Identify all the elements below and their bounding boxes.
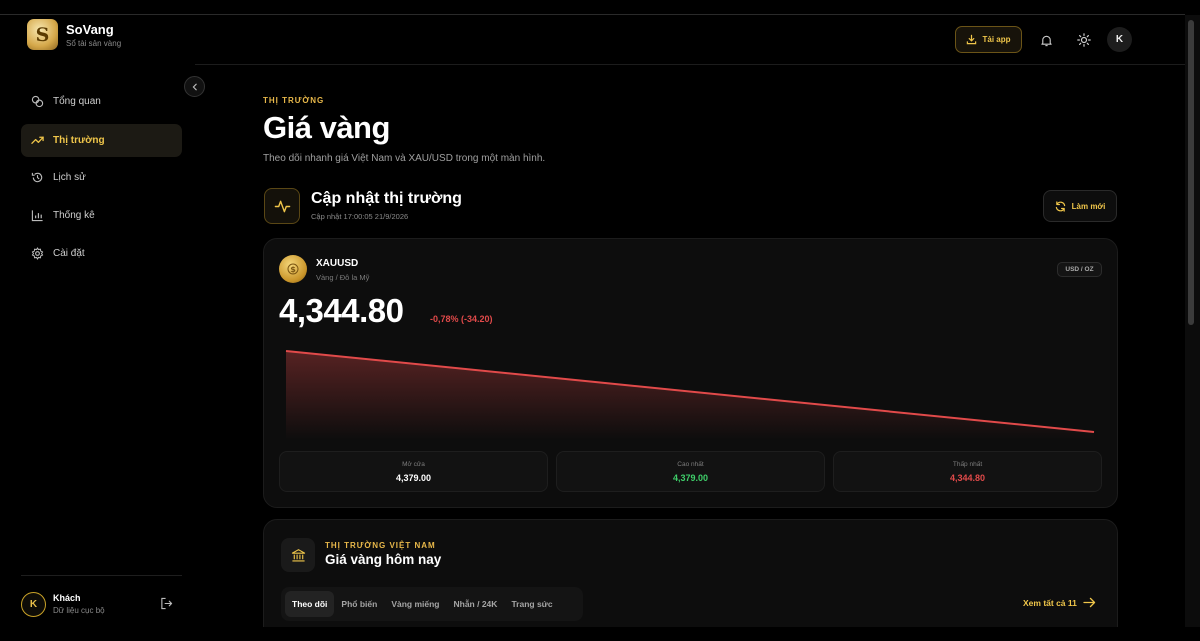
filter-tabs: Theo dõi Phổ biến Vàng miếng Nhẫn / 24K … bbox=[281, 587, 583, 621]
vietnam-eyebrow: THỊ TRƯỜNG VIỆT NAM bbox=[325, 541, 436, 550]
bottom-edge bbox=[0, 627, 1200, 641]
user-name: Khách bbox=[53, 593, 81, 603]
sidebar-divider bbox=[21, 575, 182, 576]
symbol-name: XAUUSD bbox=[316, 258, 359, 269]
brand-logo[interactable]: S bbox=[27, 19, 58, 50]
tab-trang-suc[interactable]: Trang sức bbox=[504, 591, 559, 617]
page-eyebrow: THỊ TRƯỜNG bbox=[263, 96, 325, 105]
sidebar-item-label: Thống kê bbox=[53, 210, 95, 221]
download-app-label: Tải app bbox=[982, 35, 1011, 44]
sidebar-item-label: Lịch sử bbox=[53, 172, 86, 183]
page-title: Giá vàng bbox=[263, 110, 390, 145]
history-icon bbox=[30, 171, 44, 185]
stat-value: 4,379.00 bbox=[395, 473, 432, 483]
sidebar-item-cai-dat[interactable]: Cài đặt bbox=[21, 237, 182, 270]
tab-nhan-24k[interactable]: Nhẫn / 24K bbox=[447, 591, 505, 617]
update-title: Cập nhật thị trường bbox=[311, 190, 462, 207]
see-all-link[interactable]: Xem tất cả 11 bbox=[1023, 597, 1096, 608]
stat-label: Cao nhất bbox=[677, 461, 704, 468]
arrow-right-icon bbox=[1083, 597, 1096, 608]
brand-logo-letter: S bbox=[35, 23, 50, 46]
sidebar-item-thong-ke[interactable]: Thống kê bbox=[21, 199, 182, 232]
update-time: Cập nhật 17:00:05 21/9/2026 bbox=[311, 212, 409, 221]
coins-icon bbox=[30, 95, 44, 109]
price-change: -0,78% (-34.20) bbox=[430, 314, 493, 324]
tab-theo-doi[interactable]: Theo dõi bbox=[285, 591, 335, 617]
brand-name: SoVang bbox=[66, 22, 114, 37]
sidebar-collapse-button[interactable] bbox=[184, 76, 205, 97]
tab-vang-mieng[interactable]: Vàng miếng bbox=[384, 591, 446, 617]
tab-pho-bien[interactable]: Phổ biến bbox=[334, 591, 384, 617]
download-app-button[interactable]: Tải app bbox=[955, 26, 1022, 53]
refresh-button[interactable]: Làm mới bbox=[1043, 190, 1117, 222]
vietnam-market-card bbox=[263, 519, 1118, 641]
trending-up-icon bbox=[30, 134, 44, 148]
stat-low: Thấp nhất 4,344.80 bbox=[833, 451, 1102, 492]
sun-icon[interactable] bbox=[1072, 28, 1096, 52]
stat-value: 4,379.00 bbox=[672, 473, 709, 483]
symbol-subtitle: Vàng / Đô la Mỹ bbox=[316, 273, 370, 282]
logout-icon[interactable] bbox=[160, 597, 173, 615]
sidebar-item-lich-su[interactable]: Lịch sử bbox=[21, 161, 182, 194]
stat-label: Thấp nhất bbox=[952, 461, 983, 468]
svg-text:$: $ bbox=[290, 265, 296, 274]
chart-area bbox=[286, 351, 1094, 440]
bank-icon bbox=[281, 538, 315, 572]
refresh-label: Làm mới bbox=[1071, 201, 1106, 211]
vietnam-title: Giá vàng hôm nay bbox=[325, 552, 442, 567]
user-subtitle: Dữ liệu cục bộ bbox=[53, 606, 105, 615]
gold-coin-icon: $ bbox=[279, 255, 307, 283]
sidebar-item-tong-quan[interactable]: Tổng quan bbox=[21, 85, 182, 118]
stat-open: Mở cửa 4,379.00 bbox=[279, 451, 548, 492]
download-icon bbox=[967, 34, 977, 45]
activity-icon bbox=[264, 188, 300, 224]
user-avatar[interactable]: K bbox=[21, 592, 46, 617]
gear-icon bbox=[30, 247, 44, 261]
current-price: 4,344.80 bbox=[279, 292, 404, 329]
price-chart bbox=[285, 350, 1095, 440]
sidebar-item-thi-truong[interactable]: Thị trường bbox=[21, 124, 182, 157]
unit-badge: USD / OZ bbox=[1057, 262, 1102, 277]
stat-label: Mở cửa bbox=[402, 461, 425, 468]
page-subtitle: Theo dõi nhanh giá Việt Nam và XAU/USD t… bbox=[263, 153, 546, 164]
sidebar-item-label: Thị trường bbox=[53, 135, 105, 146]
topbar-divider bbox=[195, 64, 1185, 65]
brand-subtitle: Sổ tài sản vàng bbox=[66, 39, 122, 48]
bar-chart-icon bbox=[30, 209, 44, 223]
bell-icon[interactable] bbox=[1034, 28, 1058, 52]
scrollbar-thumb[interactable] bbox=[1188, 20, 1194, 325]
refresh-icon bbox=[1055, 200, 1065, 212]
see-all-label: Xem tất cả 11 bbox=[1023, 597, 1077, 608]
stat-value: 4,344.80 bbox=[949, 473, 986, 483]
stat-high: Cao nhất 4,379.00 bbox=[556, 451, 825, 492]
sidebar-item-label: Cài đặt bbox=[53, 248, 85, 259]
chevron-left-icon bbox=[192, 83, 197, 90]
sidebar-item-label: Tổng quan bbox=[53, 96, 101, 107]
profile-avatar[interactable]: K bbox=[1107, 27, 1132, 52]
